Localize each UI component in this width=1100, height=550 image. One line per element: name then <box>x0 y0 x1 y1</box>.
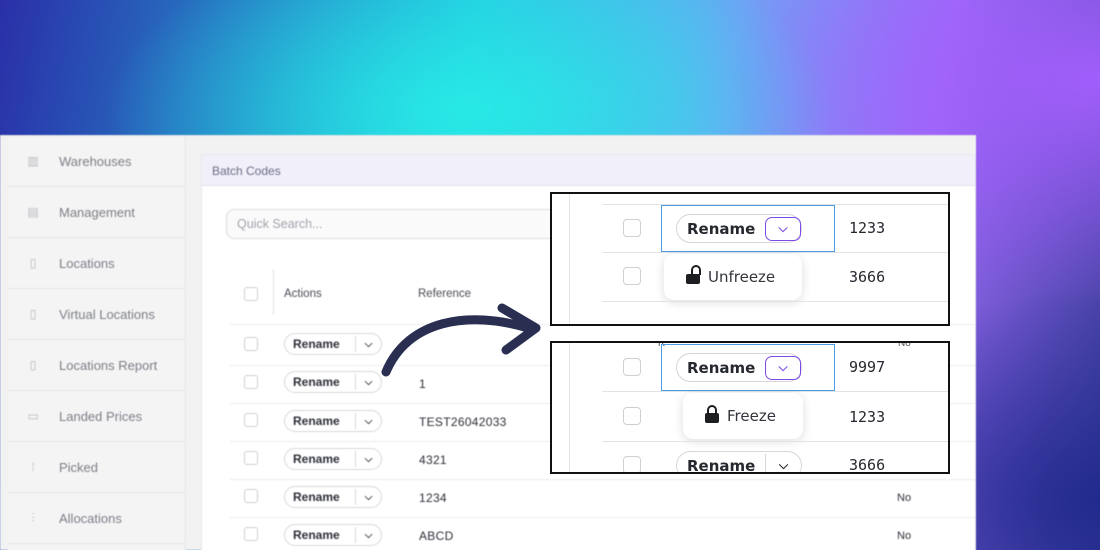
rename-button[interactable]: Rename <box>677 457 765 473</box>
row-divider <box>602 441 948 442</box>
rename-button[interactable]: Rename <box>285 337 355 351</box>
sidebar-item-picked[interactable]: ⁞ Picked <box>8 442 185 493</box>
sidebar-item-landed-prices[interactable]: ▭ Landed Prices <box>8 391 185 442</box>
sidebar-item-label: Picked <box>59 459 99 475</box>
allocations-icon: ⫶ <box>31 510 35 525</box>
sidebar-item-warehouses[interactable]: ▥ Warehouses <box>8 136 185 187</box>
money-icon: ▭ <box>27 409 39 423</box>
value-cell: 3666 <box>849 268 886 286</box>
unfreeze-menu-item[interactable]: Unfreeze <box>664 254 802 300</box>
status-cell: No <box>897 492 912 504</box>
chevron-down-icon[interactable]: ⌵ <box>356 416 381 427</box>
panel-title: Batch Codes <box>202 155 975 186</box>
sidebar-item-label: Management <box>59 204 135 220</box>
clipboard-icon: ▯ <box>29 307 37 321</box>
reference-cell: ABCD <box>419 529 454 543</box>
row-divider <box>602 391 948 392</box>
sidebar-item-label: Locations <box>59 255 115 271</box>
sidebar-item-label: Allocations <box>59 510 122 526</box>
rename-button[interactable]: Rename <box>285 414 355 428</box>
sidebar-item-allocations[interactable]: ⫶ Allocations <box>8 493 185 544</box>
quick-search-input[interactable]: Quick Search... <box>226 209 606 239</box>
rename-button[interactable]: Rename <box>285 490 355 504</box>
rename-button-group[interactable]: Rename ⌵ <box>284 486 382 508</box>
rename-button-group[interactable]: Rename ⌵ <box>676 353 802 382</box>
rename-button-group[interactable]: Rename ⌵ <box>284 333 382 355</box>
sidebar-item-management[interactable]: ▤ Management <box>8 187 185 238</box>
column-divider <box>569 343 570 472</box>
rename-button[interactable]: Rename <box>677 220 765 238</box>
row-checkbox[interactable] <box>623 219 641 237</box>
row-checkbox[interactable] <box>244 375 258 389</box>
reference-cell: 1234 <box>419 491 447 505</box>
lock-icon <box>705 405 719 423</box>
row-divider <box>230 479 976 480</box>
chevron-down-icon[interactable]: ⌵ <box>765 355 801 380</box>
sidebar-item-locations-report[interactable]: ▯ Locations Report <box>8 340 185 391</box>
column-header-reference: Reference <box>418 288 472 300</box>
row-divider <box>230 517 976 518</box>
rename-button[interactable]: Rename <box>285 375 355 389</box>
row-checkbox[interactable] <box>244 337 258 351</box>
value-cell: 1233 <box>849 408 886 426</box>
status-cell: No <box>897 530 912 542</box>
sidebar-item-locations[interactable]: ▯ Locations <box>8 238 185 289</box>
row-checkbox[interactable] <box>244 451 258 465</box>
row-divider <box>602 252 948 253</box>
row-checkbox[interactable] <box>623 358 641 376</box>
sidebar-item-label: Virtual Locations <box>59 306 155 322</box>
chevron-down-icon[interactable]: ⌵ <box>765 453 801 472</box>
chevron-down-icon[interactable]: ⌵ <box>765 216 801 241</box>
freeze-label: Freeze <box>727 407 776 425</box>
reference-cell: 4321 <box>419 453 447 467</box>
value-cell: 1233 <box>849 219 886 237</box>
row-checkbox[interactable] <box>623 267 641 285</box>
row-checkbox[interactable] <box>623 456 641 472</box>
rename-button-group[interactable]: Rename ⌵ <box>284 524 382 546</box>
sidebar-item-virtual-locations[interactable]: ▯ Virtual Locations <box>8 289 185 340</box>
rename-button-group[interactable]: Rename ⌵ <box>284 448 382 470</box>
curved-arrow-icon <box>381 303 541 377</box>
sidebar-item-label: Landed Prices <box>59 408 143 424</box>
row-checkbox[interactable] <box>623 407 641 425</box>
chevron-down-icon[interactable]: ⌵ <box>356 492 381 503</box>
rename-button-group[interactable]: Rename ⌵ <box>284 410 382 432</box>
unlock-icon <box>686 265 701 284</box>
sidebar: ▥ Warehouses ▤ Management ▯ Locations ▯ … <box>8 136 186 550</box>
picked-icon: ⁞ <box>31 460 35 474</box>
rename-button-group[interactable]: Rename ⌵ <box>676 214 802 243</box>
column-divider <box>569 194 570 324</box>
rename-button[interactable]: Rename <box>677 359 765 377</box>
column-header-actions: Actions <box>284 288 322 300</box>
rename-button[interactable]: Rename <box>285 452 355 466</box>
value-cell: 9997 <box>849 358 886 376</box>
document-icon: ▤ <box>27 205 39 219</box>
rename-button-group[interactable]: Rename ⌵ <box>284 371 382 393</box>
callout-unfreeze: Rename ⌵ 1233 Unfreeze 3666 <box>550 192 950 326</box>
reference-cell: TEST26042033 <box>419 415 507 429</box>
clipboard-icon: ▯ <box>29 358 37 372</box>
select-all-checkbox[interactable] <box>244 287 258 301</box>
chevron-down-icon[interactable]: ⌵ <box>356 530 381 541</box>
rename-button-group[interactable]: Rename ⌵ <box>676 451 802 473</box>
unfreeze-label: Unfreeze <box>708 268 776 286</box>
warehouse-icon: ▥ <box>27 154 39 168</box>
row-checkbox[interactable] <box>244 527 258 541</box>
sidebar-item-label: Warehouses <box>59 153 132 169</box>
freeze-menu-item[interactable]: Freeze <box>683 393 803 439</box>
row-divider <box>602 301 948 302</box>
sidebar-item-label: Locations Report <box>59 357 158 373</box>
row-checkbox[interactable] <box>244 489 258 503</box>
callout-freeze: R No Rename ⌵ 9997 Freeze 1233 Rename ⌵ … <box>550 341 950 474</box>
row-checkbox[interactable] <box>244 413 258 427</box>
column-divider <box>273 269 274 315</box>
chevron-down-icon[interactable]: ⌵ <box>356 454 381 465</box>
rename-button[interactable]: Rename <box>285 528 355 542</box>
clipboard-icon: ▯ <box>29 256 37 270</box>
value-cell: 3666 <box>849 456 886 474</box>
partial-header-text: No <box>898 341 911 349</box>
